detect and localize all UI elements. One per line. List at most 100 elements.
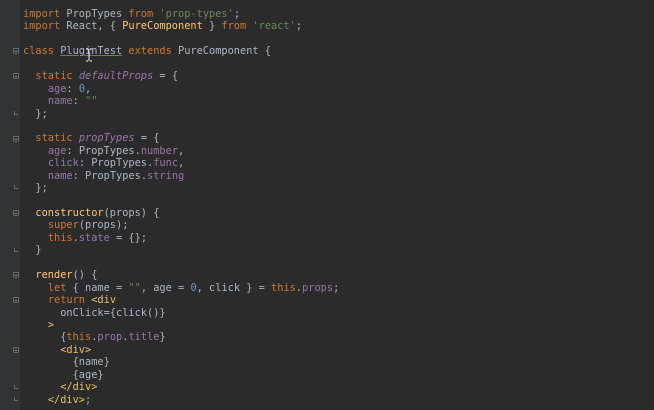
code-token: PropTypes — [60, 8, 129, 20]
code-line[interactable]: </div>; — [23, 394, 339, 406]
code-line[interactable]: age: PropTypes.number, — [23, 145, 339, 157]
code-line[interactable]: super(props); — [23, 219, 339, 231]
code-line[interactable] — [23, 58, 339, 70]
code-token: } — [23, 244, 42, 257]
code-token: static — [35, 132, 73, 145]
code-token: : — [72, 95, 86, 108]
code-token: props — [302, 281, 334, 294]
code-line[interactable]: name: PropTypes.string — [23, 170, 339, 182]
code-token: extends — [128, 45, 172, 58]
code-line[interactable]: let { name = "", age = 0, click } = this… — [23, 282, 339, 294]
code-token: from — [221, 20, 247, 33]
code-token: { — [23, 331, 67, 344]
code-line[interactable] — [23, 257, 339, 269]
code-token: } — [202, 20, 222, 33]
code-line[interactable]: {this.prop.title} — [23, 331, 339, 343]
code-line[interactable]: }; — [23, 182, 339, 194]
code-line[interactable]: this.state = {}; — [23, 232, 339, 244]
code-line[interactable]: render() { — [23, 269, 339, 281]
editor-gutter[interactable] — [0, 0, 20, 410]
code-token: , age = — [140, 281, 191, 294]
code-editor[interactable]: import PropTypes from 'prop-types'; impor… — [0, 0, 654, 410]
code-token: from — [128, 8, 154, 20]
code-area[interactable]: import PropTypes from 'prop-types'; impor… — [23, 8, 339, 406]
code-token: PureComponent — [122, 20, 203, 33]
code-token: ; — [333, 281, 340, 294]
code-line[interactable]: class PluginTest extends PureComponent { — [23, 45, 339, 57]
code-line[interactable]: > — [23, 319, 339, 331]
code-line[interactable] — [23, 195, 339, 207]
text-cursor-icon — [86, 48, 92, 62]
code-token: { name = — [66, 281, 129, 294]
code-line[interactable]: import PropTypes from 'prop-types'; — [23, 8, 339, 20]
code-line[interactable]: static propTypes = { — [23, 132, 339, 144]
code-token: age — [47, 144, 67, 157]
fold-end-icon — [14, 247, 18, 252]
fold-collapse-icon[interactable] — [13, 297, 19, 304]
fold-end-icon — [14, 110, 18, 115]
code-token: </div> — [47, 393, 86, 406]
code-line[interactable] — [23, 33, 339, 45]
code-token: import — [23, 20, 61, 33]
code-token: state — [78, 231, 110, 244]
code-token: }; — [23, 107, 48, 120]
code-line[interactable]: name: "" — [23, 95, 339, 107]
code-token: ; — [85, 393, 92, 406]
code-token: : PropTypes. — [66, 144, 141, 157]
code-token: func — [153, 157, 179, 170]
fold-collapse-icon[interactable] — [13, 48, 19, 55]
code-token: 'prop-types' — [159, 8, 234, 20]
code-line[interactable]: } — [23, 244, 339, 256]
code-line[interactable] — [23, 120, 339, 132]
code-line[interactable]: {age} — [23, 369, 339, 381]
code-line[interactable]: onClick={click()} — [23, 307, 339, 319]
code-token: "" — [85, 95, 98, 108]
code-line[interactable]: click: PropTypes.func, — [23, 157, 339, 169]
code-token: , — [178, 144, 185, 157]
code-line[interactable]: age: 0, — [23, 83, 339, 95]
code-token: this — [271, 281, 296, 294]
fold-collapse-icon[interactable] — [13, 210, 19, 217]
code-line[interactable]: </div> — [23, 381, 339, 393]
code-line[interactable]: {name} — [23, 356, 339, 368]
code-line[interactable]: import React, { PureComponent } from 're… — [23, 20, 339, 32]
code-token: import — [23, 8, 61, 20]
code-line[interactable]: static defaultProps = { — [23, 70, 339, 82]
code-token: this — [66, 331, 92, 344]
code-token: class — [23, 45, 54, 58]
fold-collapse-icon[interactable] — [13, 73, 19, 80]
code-line[interactable]: return <div — [23, 294, 339, 306]
code-token: React, { — [60, 20, 123, 33]
code-token: <div> — [60, 343, 92, 356]
code-token: : — [66, 82, 79, 95]
code-token: age — [47, 82, 67, 95]
code-token: = {}; — [109, 231, 148, 244]
code-token: {click()} — [109, 306, 166, 319]
code-token: PureComponent { — [171, 45, 272, 58]
code-line[interactable]: constructor(props) { — [23, 207, 339, 219]
code-token: prop — [97, 331, 123, 344]
code-token: , click } = — [196, 281, 272, 294]
code-token: = { — [153, 70, 179, 83]
code-line[interactable]: }; — [23, 108, 339, 120]
code-token: name — [47, 95, 73, 108]
fold-collapse-icon[interactable] — [13, 272, 19, 279]
fold-collapse-icon[interactable] — [13, 135, 19, 142]
code-token: defaultProps — [78, 70, 154, 83]
code-token: render — [35, 269, 73, 282]
code-token: {name} — [23, 356, 110, 369]
code-token: } — [159, 331, 166, 344]
code-token: title — [128, 331, 160, 344]
code-line[interactable]: <div> — [23, 344, 339, 356]
fold-collapse-icon[interactable] — [13, 347, 19, 354]
